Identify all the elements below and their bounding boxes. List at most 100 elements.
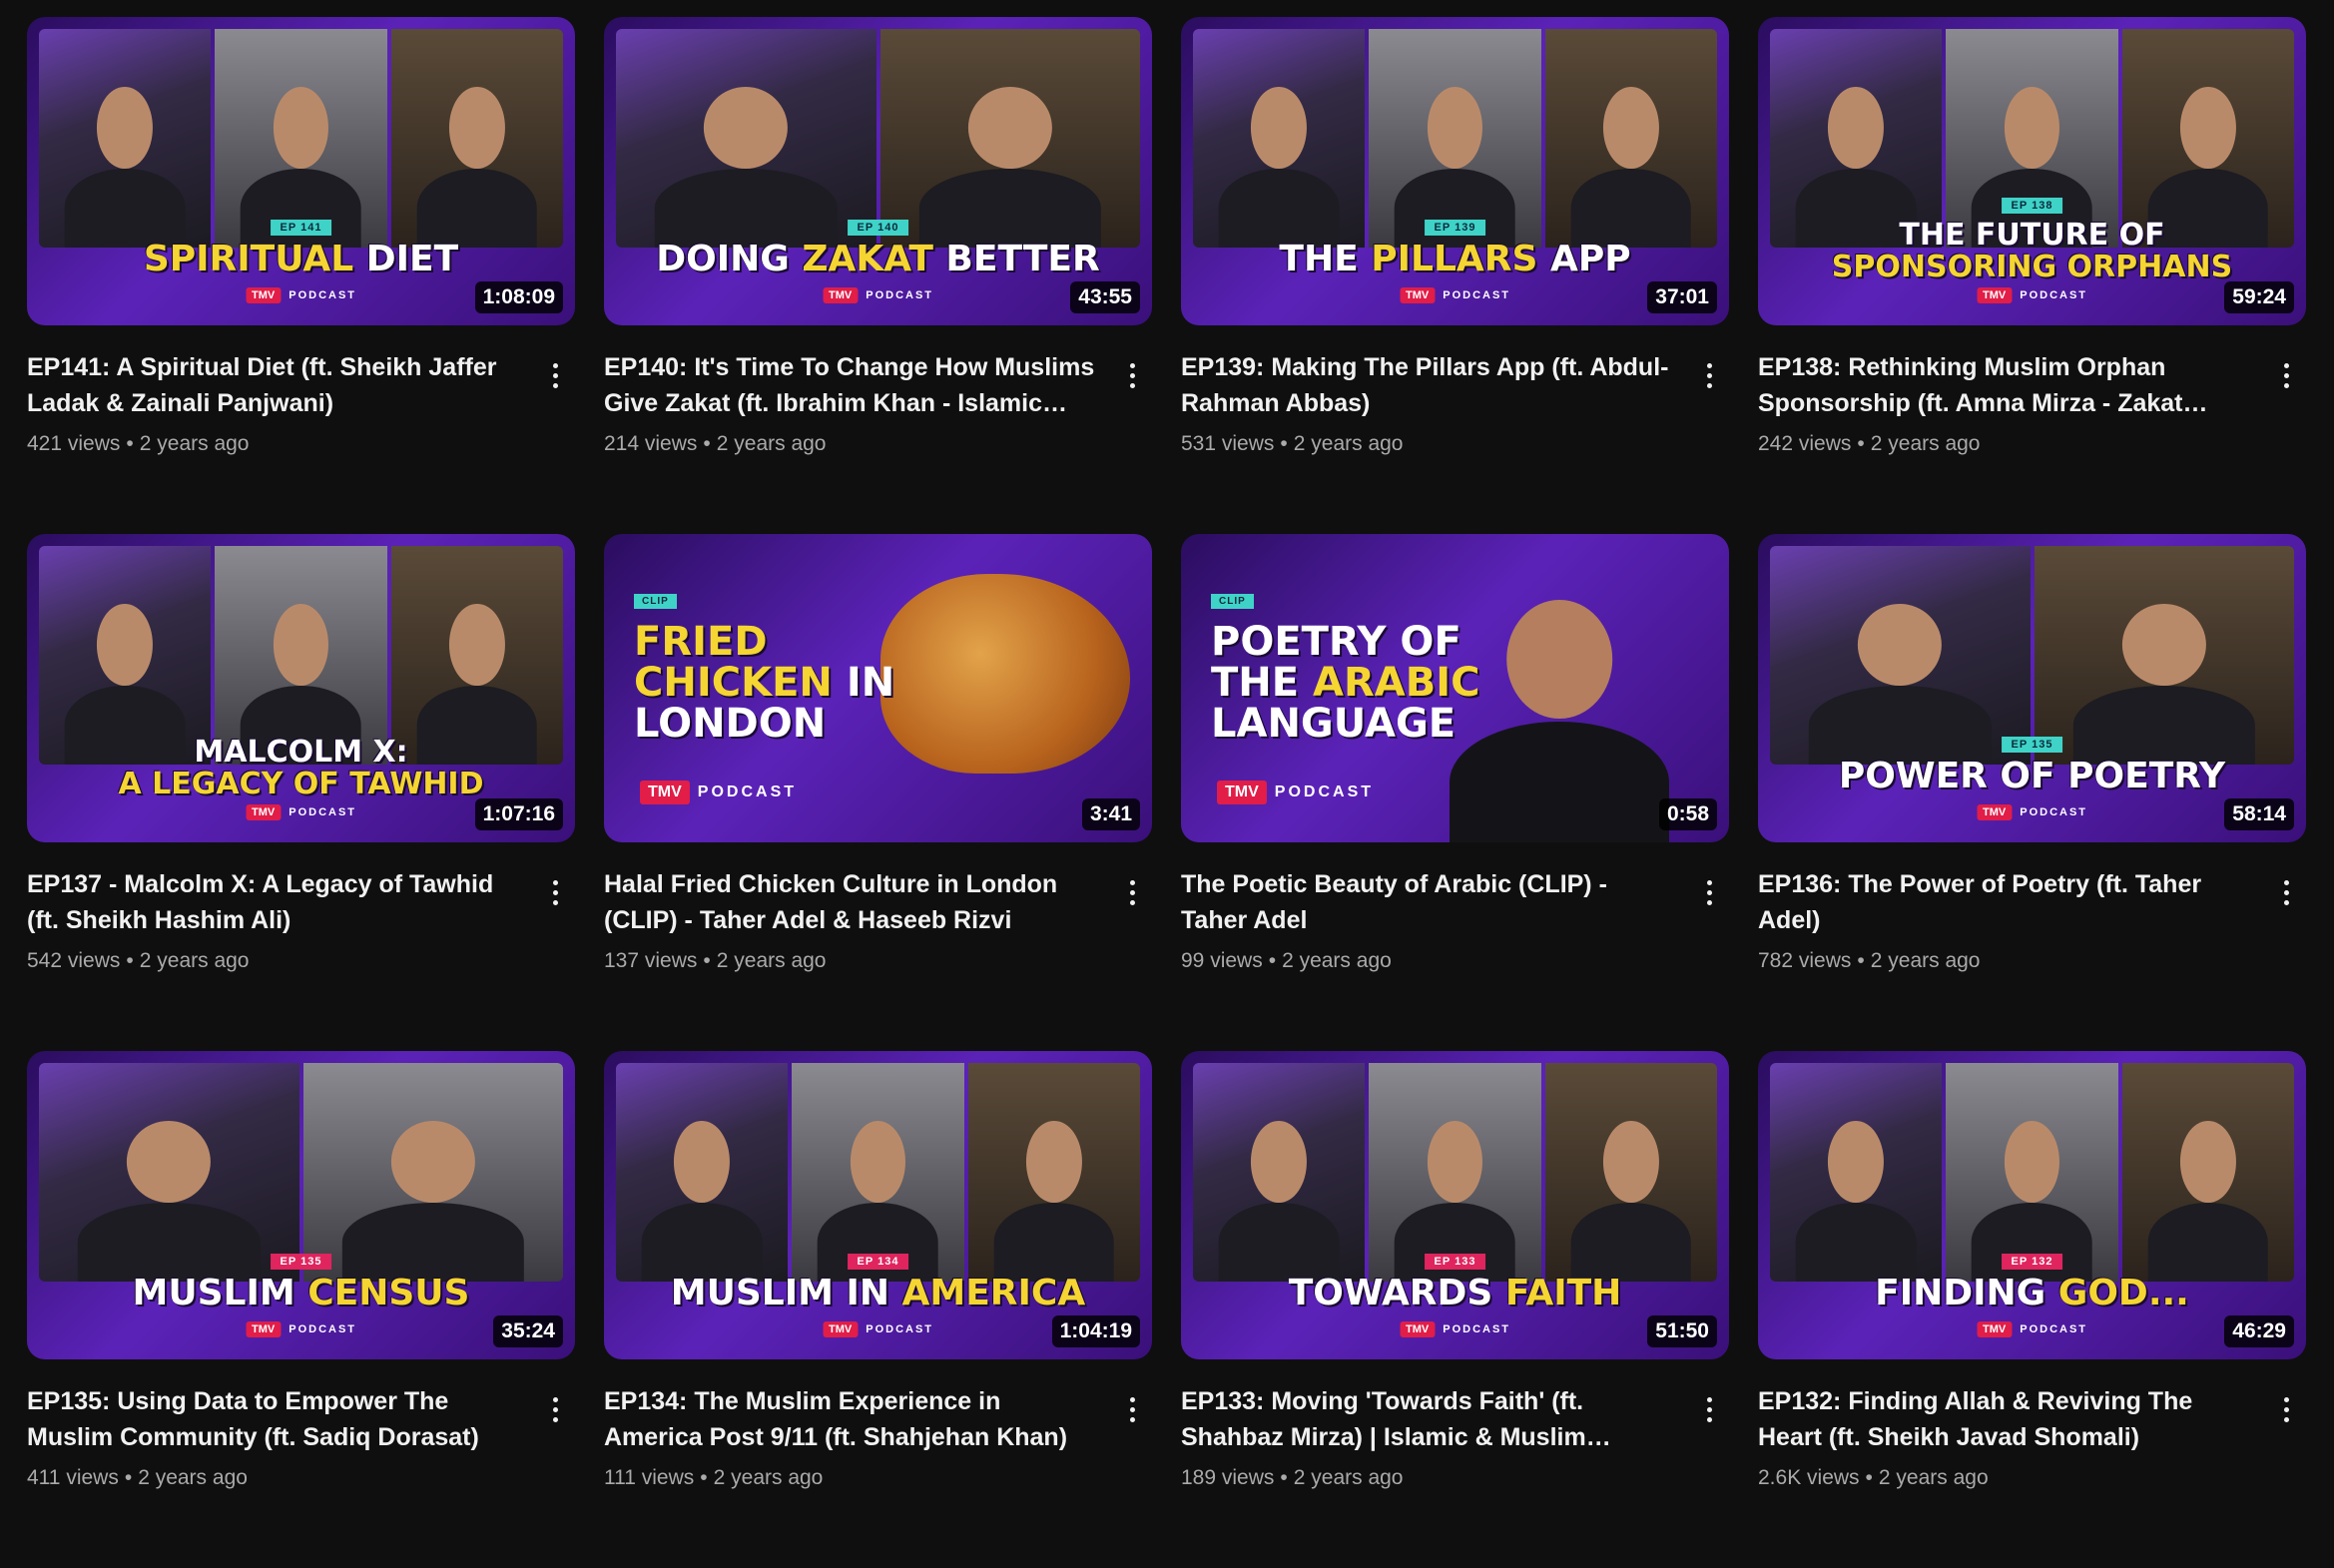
- video-title[interactable]: EP134: The Muslim Experience in America …: [604, 1383, 1096, 1455]
- clip-badge: CLIP: [1211, 594, 1254, 609]
- more-actions-icon[interactable]: [535, 1387, 575, 1431]
- video-card: CLIP POETRY OF THE ARABIC LANGUAGE TMV PO…: [1181, 534, 1729, 1051]
- video-thumbnail[interactable]: EP 138 THE FUTURE OF SPONSORING ORPHANS T…: [1758, 17, 2306, 325]
- duration-badge: 1:04:19: [1051, 1315, 1140, 1347]
- video-title[interactable]: EP133: Moving 'Towards Faith' (ft. Shahb…: [1181, 1383, 1673, 1455]
- thumbnail-image: [1770, 29, 2294, 248]
- duration-badge: 51:50: [1647, 1315, 1717, 1347]
- video-thumbnail[interactable]: CLIP POETRY OF THE ARABIC LANGUAGE TMV PO…: [1181, 534, 1729, 842]
- thumbnail-image: [1193, 1063, 1717, 1282]
- thumbnail-title: MALCOLM X: A LEGACY OF TAWHID: [118, 735, 484, 801]
- video-thumbnail[interactable]: EP 134 MUSLIM IN AMERICA TMV PODCAST 1:04…: [604, 1051, 1152, 1359]
- podcast-brand: TMV PODCAST: [822, 1321, 933, 1337]
- video-details: EP136: The Power of Poetry (ft. Taher Ad…: [1758, 842, 2306, 976]
- video-title[interactable]: EP140: It's Time To Change How Muslims G…: [604, 349, 1096, 421]
- podcast-brand: TMV PODCAST: [1976, 1321, 2087, 1337]
- podcast-brand: TMV PODCAST: [1399, 287, 1510, 303]
- episode-badge: EP 135: [270, 1254, 332, 1270]
- thumbnail-title: TOWARDS FAITH: [1288, 1273, 1622, 1313]
- upload-age: 2 years ago: [1293, 1466, 1404, 1489]
- duration-badge: 1:08:09: [474, 281, 563, 313]
- video-thumbnail[interactable]: EP 141 SPIRITUAL DIET TMV PODCAST 1:08:09: [27, 17, 575, 325]
- view-count: 189 views: [1181, 1466, 1275, 1489]
- video-card: EP 140 DOING ZAKAT BETTER TMV PODCAST 43:…: [604, 17, 1152, 534]
- upload-age: 2 years ago: [713, 1466, 824, 1489]
- podcast-brand: TMV PODCAST: [1976, 804, 2087, 820]
- more-actions-icon[interactable]: [2266, 870, 2306, 914]
- view-count: 99 views: [1181, 949, 1263, 972]
- video-thumbnail[interactable]: EP 135 POWER OF POETRY TMV PODCAST 58:14: [1758, 534, 2306, 842]
- video-meta: 111 views • 2 years ago: [604, 1466, 824, 1489]
- thumbnail-image: [1770, 546, 2294, 765]
- view-count: 2.6K views: [1758, 1466, 1860, 1489]
- brand-logo: TMV: [640, 781, 690, 804]
- more-actions-icon[interactable]: [2266, 353, 2306, 397]
- video-title[interactable]: The Poetic Beauty of Arabic (CLIP) - Tah…: [1181, 866, 1673, 938]
- thumbnail-image: [39, 1063, 563, 1282]
- upload-age: 2 years ago: [716, 432, 827, 455]
- video-title[interactable]: EP135: Using Data to Empower The Muslim …: [27, 1383, 519, 1455]
- brand-logo: TMV: [1976, 287, 2013, 303]
- speaker-image: [1450, 573, 1669, 842]
- video-thumbnail[interactable]: EP 140 DOING ZAKAT BETTER TMV PODCAST 43:…: [604, 17, 1152, 325]
- podcast-brand: TMV PODCAST: [1217, 781, 1374, 804]
- upload-age: 2 years ago: [716, 949, 827, 972]
- video-thumbnail[interactable]: MALCOLM X: A LEGACY OF TAWHID TMV PODCAST …: [27, 534, 575, 842]
- more-actions-icon[interactable]: [1689, 353, 1729, 397]
- brand-logo: TMV: [1399, 1321, 1436, 1337]
- upload-age: 2 years ago: [139, 432, 250, 455]
- view-count: 411 views: [27, 1466, 119, 1489]
- brand-logo: TMV: [822, 1321, 859, 1337]
- more-actions-icon[interactable]: [535, 353, 575, 397]
- video-title[interactable]: EP141: A Spiritual Diet (ft. Sheikh Jaff…: [27, 349, 519, 421]
- upload-age: 2 years ago: [138, 1466, 248, 1489]
- video-meta: 214 views • 2 years ago: [604, 432, 827, 455]
- video-grid: EP 141 SPIRITUAL DIET TMV PODCAST 1:08:09…: [27, 17, 2306, 1568]
- thumbnail-title: MUSLIM IN AMERICA: [670, 1273, 1086, 1313]
- episode-badge: EP 135: [2001, 737, 2063, 753]
- video-meta: 189 views • 2 years ago: [1181, 1466, 1404, 1489]
- video-title[interactable]: EP137 - Malcolm X: A Legacy of Tawhid (f…: [27, 866, 519, 938]
- podcast-brand: TMV PODCAST: [1976, 287, 2087, 303]
- video-meta: 137 views • 2 years ago: [604, 949, 827, 972]
- video-title[interactable]: EP136: The Power of Poetry (ft. Taher Ad…: [1758, 866, 2250, 938]
- brand-logo: TMV: [1976, 804, 2013, 820]
- thumbnail-image: [39, 29, 563, 248]
- duration-badge: 37:01: [1647, 281, 1717, 313]
- more-actions-icon[interactable]: [1112, 1387, 1152, 1431]
- more-actions-icon[interactable]: [1689, 1387, 1729, 1431]
- video-title[interactable]: EP132: Finding Allah & Reviving The Hear…: [1758, 1383, 2250, 1455]
- thumbnail-title: FRIED CHICKEN IN LONDON: [634, 619, 895, 747]
- video-title[interactable]: Halal Fried Chicken Culture in London (C…: [604, 866, 1096, 938]
- more-actions-icon[interactable]: [1112, 870, 1152, 914]
- thumbnail-image: [616, 1063, 1140, 1282]
- duration-badge: 0:58: [1658, 798, 1717, 830]
- video-card: EP 135 MUSLIM CENSUS TMV PODCAST 35:24 EP…: [27, 1051, 575, 1568]
- brand-logo: TMV: [245, 287, 282, 303]
- duration-badge: 3:41: [1081, 798, 1140, 830]
- upload-age: 2 years ago: [139, 949, 250, 972]
- view-count: 531 views: [1181, 432, 1275, 455]
- more-actions-icon[interactable]: [1689, 870, 1729, 914]
- video-thumbnail[interactable]: EP 133 TOWARDS FAITH TMV PODCAST 51:50: [1181, 1051, 1729, 1359]
- episode-badge: EP 132: [2001, 1254, 2063, 1270]
- video-title[interactable]: EP138: Rethinking Muslim Orphan Sponsors…: [1758, 349, 2250, 421]
- more-actions-icon[interactable]: [2266, 1387, 2306, 1431]
- view-count: 421 views: [27, 432, 121, 455]
- video-title[interactable]: EP139: Making The Pillars App (ft. Abdul…: [1181, 349, 1673, 421]
- thumbnail-image: [1193, 29, 1717, 248]
- video-thumbnail[interactable]: EP 139 THE PILLARS APP TMV PODCAST 37:01: [1181, 17, 1729, 325]
- more-actions-icon[interactable]: [535, 870, 575, 914]
- video-details: EP132: Finding Allah & Reviving The Hear…: [1758, 1359, 2306, 1493]
- episode-badge: EP 138: [2001, 198, 2063, 214]
- more-actions-icon[interactable]: [1112, 353, 1152, 397]
- video-card: EP 138 THE FUTURE OF SPONSORING ORPHANS T…: [1758, 17, 2306, 534]
- brand-logo: TMV: [245, 1321, 282, 1337]
- video-thumbnail[interactable]: EP 135 MUSLIM CENSUS TMV PODCAST 35:24: [27, 1051, 575, 1359]
- video-thumbnail[interactable]: CLIP FRIED CHICKEN IN LONDON TMV PODCAST …: [604, 534, 1152, 842]
- video-thumbnail[interactable]: EP 132 FINDING GOD... TMV PODCAST 46:29: [1758, 1051, 2306, 1359]
- view-count: 242 views: [1758, 432, 1852, 455]
- episode-badge: EP 133: [1424, 1254, 1486, 1270]
- view-count: 542 views: [27, 949, 121, 972]
- video-meta: 411 views • 2 years ago: [27, 1466, 248, 1489]
